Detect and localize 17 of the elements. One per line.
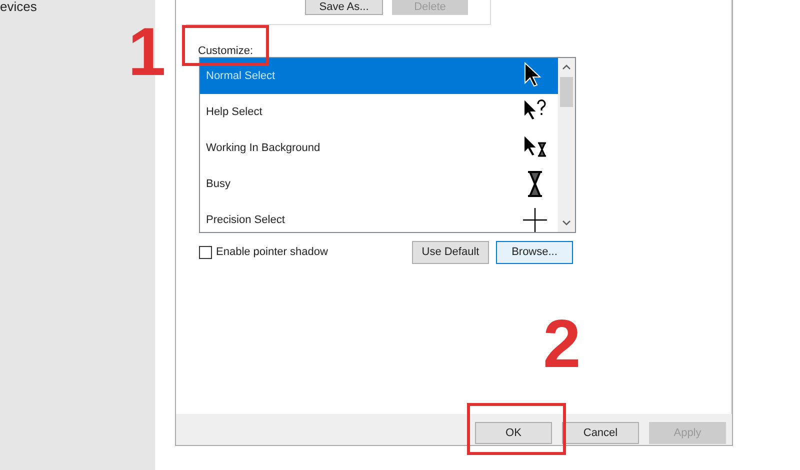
sidebar-item[interactable]: evices [0, 0, 37, 13]
scroll-down-icon[interactable] [562, 220, 571, 226]
scrollbar[interactable] [558, 58, 575, 232]
list-action-button[interactable]: Use Default [412, 241, 489, 264]
list-action-button[interactable]: Browse... [496, 241, 573, 264]
scroll-thumb[interactable] [560, 77, 573, 107]
checkbox[interactable] [199, 246, 212, 259]
scroll-up-icon[interactable] [562, 64, 571, 70]
crosshair-icon [522, 206, 548, 232]
checkbox-label: Enable pointer shadow [216, 245, 328, 260]
dialog-button[interactable]: OK [475, 422, 552, 444]
dialog-button[interactable]: Cancel [562, 422, 639, 444]
annotation-number: 1 [128, 18, 166, 86]
scheme-button[interactable]: Save As... [305, 0, 383, 15]
customize-label: Customize: [198, 45, 254, 57]
annotation-number: 2 [543, 310, 581, 378]
list-item[interactable]: Normal Select [200, 58, 558, 94]
